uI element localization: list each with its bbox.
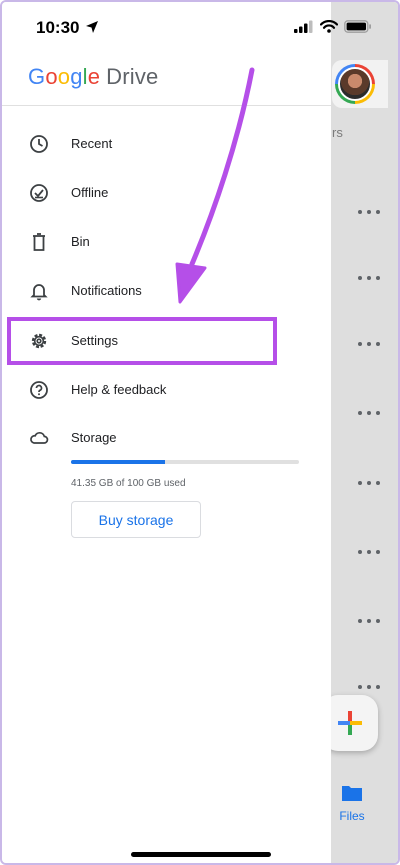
account-avatar[interactable] xyxy=(335,64,375,104)
more-options-icon[interactable] xyxy=(358,618,380,624)
menu-item-storage[interactable]: Storage xyxy=(2,416,331,460)
folder-icon xyxy=(342,786,362,801)
storage-progress-bar xyxy=(71,460,299,464)
status-bar: 10:30 xyxy=(2,2,398,54)
battery-icon xyxy=(344,20,371,33)
google-drive-logo: Google Drive xyxy=(28,64,159,89)
more-options-icon[interactable] xyxy=(358,275,380,281)
menu-item-label: Storage xyxy=(71,430,117,445)
plus-icon xyxy=(338,711,362,735)
menu-item-bin[interactable]: Bin xyxy=(2,220,331,264)
background-tab-label: rs xyxy=(332,125,343,140)
more-options-icon[interactable] xyxy=(358,209,380,215)
status-time: 10:30 xyxy=(36,18,80,37)
buy-storage-button[interactable]: Buy storage xyxy=(71,501,201,538)
menu-item-notifications[interactable]: Notifications xyxy=(2,269,331,313)
settings-highlight-box xyxy=(7,317,277,365)
trash-icon xyxy=(33,233,45,251)
drawer-header: Google Drive xyxy=(2,54,331,106)
menu-item-label: Recent xyxy=(71,136,113,151)
more-options-icon[interactable] xyxy=(358,549,380,555)
more-options-icon[interactable] xyxy=(358,410,380,416)
more-options-icon[interactable] xyxy=(358,341,380,347)
home-indicator[interactable] xyxy=(131,852,271,857)
status-icons xyxy=(294,20,372,33)
clock-icon xyxy=(30,135,48,153)
bell-icon xyxy=(30,284,48,301)
menu-item-recent[interactable]: Recent xyxy=(2,122,331,166)
menu-item-label: Bin xyxy=(71,234,90,249)
wifi-icon xyxy=(320,20,338,33)
files-tab[interactable]: Files xyxy=(332,784,372,823)
help-icon xyxy=(30,381,48,399)
files-tab-label: Files xyxy=(339,809,365,823)
storage-progress-fill xyxy=(71,460,166,464)
more-options-icon[interactable] xyxy=(358,480,380,486)
offline-icon xyxy=(30,184,48,202)
menu-item-offline[interactable]: Offline xyxy=(2,171,331,215)
cellular-signal-icon xyxy=(294,20,313,33)
screen: rs Files Google Drive Recent Offline Bin… xyxy=(0,0,400,865)
storage-usage-text: 41.35 GB of 100 GB used xyxy=(71,478,186,489)
navigation-drawer: Google Drive Recent Offline Bin Notifica… xyxy=(2,2,331,863)
menu-item-label: Notifications xyxy=(71,283,142,298)
more-options-icon[interactable] xyxy=(358,684,380,690)
menu-item-label: Help & feedback xyxy=(71,382,167,397)
location-arrow-icon xyxy=(86,21,98,33)
menu-item-label: Offline xyxy=(71,185,109,200)
cloud-icon xyxy=(30,431,49,444)
menu-item-help-feedback[interactable]: Help & feedback xyxy=(2,368,331,412)
